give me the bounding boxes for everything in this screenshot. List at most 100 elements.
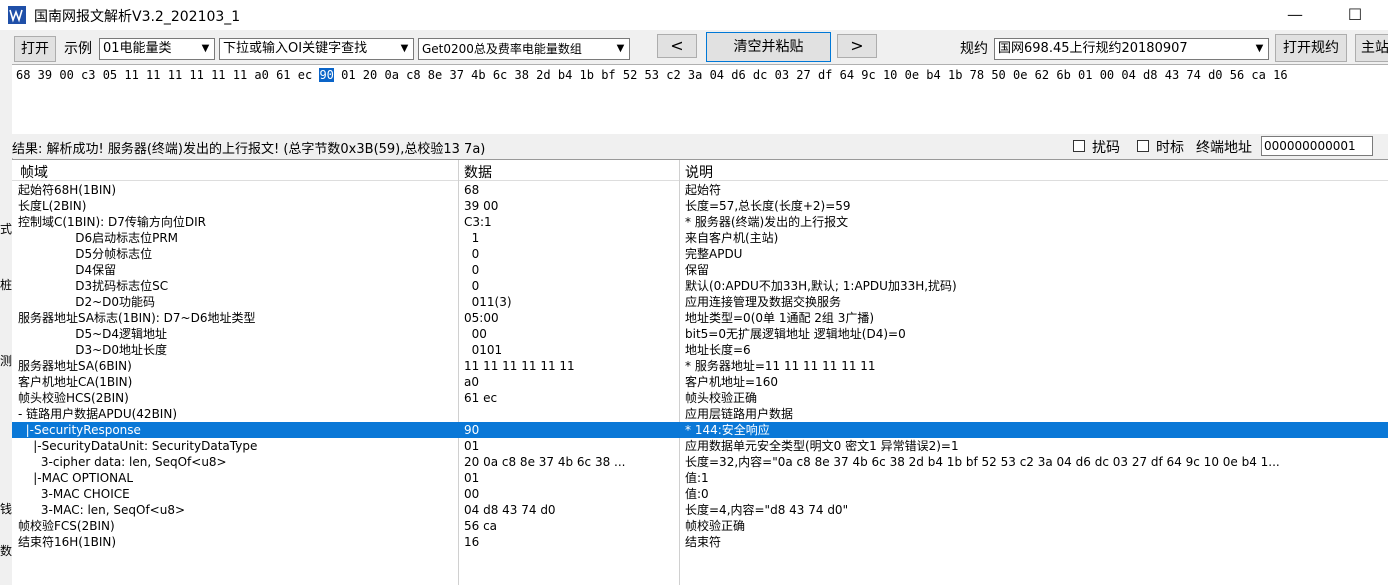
example-combo-value: 01电能量类	[103, 41, 172, 56]
terminal-address-label: 终端地址	[1196, 140, 1252, 156]
description-cell: bit5=0无扩展逻辑地址 逻辑地址(D4)=0	[685, 327, 906, 341]
table-row[interactable]: D3~D0地址长度 0101 地址长度=6	[12, 342, 1388, 358]
scramble-label: 扰码	[1092, 140, 1120, 156]
table-row[interactable]: D5~D4逻辑地址 00 bit5=0无扩展逻辑地址 逻辑地址(D4)=0	[12, 326, 1388, 342]
data-cell: 0	[464, 263, 480, 277]
table-row[interactable]: 客户机地址CA(1BIN) a0 客户机地址=160	[12, 374, 1388, 390]
data-cell: 01	[464, 471, 480, 485]
table-row[interactable]: 帧校验FCS(2BIN) 56 ca 帧校验正确	[12, 518, 1388, 534]
description-cell: 默认(0:APDU不加33H,默认; 1:APDU加33H,扰码)	[685, 279, 957, 293]
scramble-checkbox[interactable]	[1073, 140, 1085, 152]
dropdown-arrow-icon[interactable]: ▼	[612, 39, 629, 59]
terminal-address-input[interactable]: 000000000001	[1261, 136, 1373, 156]
table-row[interactable]: D4保留 0 保留	[12, 262, 1388, 278]
table-row[interactable]: 3-MAC CHOICE 00 值:0	[12, 486, 1388, 502]
timestamp-checkbox[interactable]	[1137, 140, 1149, 152]
hex-input-area[interactable]: 68 39 00 c3 05 11 11 11 11 11 11 a0 61 e…	[12, 64, 1388, 135]
table-row[interactable]: 长度L(2BIN) 39 00 长度=57,总长度(长度+2)=59	[12, 198, 1388, 214]
table-row[interactable]: 帧头校验HCS(2BIN) 61 ec 帧头校验正确	[12, 390, 1388, 406]
table-row[interactable]: D3扰码标志位SC 0 默认(0:APDU不加33H,默认; 1:APDU加33H…	[12, 278, 1388, 294]
data-cell: 04 d8 43 74 d0	[464, 503, 556, 517]
table-row[interactable]: D5分帧标志位 0 完整APDU	[12, 246, 1388, 262]
master-station-button[interactable]: 主站	[1355, 34, 1388, 62]
protocol-combo[interactable]: 国网698.45上行规约20180907 ▼	[994, 38, 1269, 60]
data-cell: 00	[464, 327, 487, 341]
data-cell: 20 0a c8 8e 37 4b 6c 38 ...	[464, 455, 626, 469]
window-title: 国南网报文解析V3.2_202103_1	[34, 9, 241, 25]
frame-field-cell: 控制域C(1BIN): D7传输方向位DIR	[18, 215, 206, 229]
frame-field-cell: 3-MAC: len, SeqOf<u8>	[18, 503, 186, 517]
frame-field-cell: D6启动标志位PRM	[18, 231, 179, 245]
clear-and-paste-button[interactable]: 清空并粘贴	[706, 32, 831, 62]
data-cell: 0101	[464, 343, 503, 357]
next-button[interactable]: >	[837, 34, 877, 58]
frame-field-cell: 3-MAC CHOICE	[18, 487, 130, 501]
left-strip-char: 桩	[0, 278, 13, 292]
table-row[interactable]: 服务器地址SA标志(1BIN): D7~D6地址类型 05:00 地址类型=0(0单…	[12, 310, 1388, 326]
data-cell: 0	[464, 247, 480, 261]
table-row[interactable]: 控制域C(1BIN): D7传输方向位DIR C3:1 * 服务器(终端)发出的上行…	[12, 214, 1388, 230]
hex-selected-byte: 90	[319, 68, 334, 82]
table-row[interactable]: - 链路用户数据APDU(42BIN) 应用层链路用户数据	[12, 406, 1388, 422]
toolbar: 打开 示例 01电能量类 ▼ 下拉或输入OI关键字查找 ▼ Get0200总及费…	[0, 30, 1388, 64]
description-cell: 应用连接管理及数据交换服务	[685, 295, 842, 309]
previous-button[interactable]: <	[657, 34, 697, 58]
data-cell: 0	[464, 279, 480, 293]
protocol-combo-value: 国网698.45上行规约20180907	[998, 41, 1188, 56]
minimize-button[interactable]: —	[1272, 2, 1318, 28]
maximize-button[interactable]: ☐	[1332, 2, 1378, 28]
table-row[interactable]: D6启动标志位PRM 1 来自客户机(主站)	[12, 230, 1388, 246]
left-strip-char: 式	[0, 222, 13, 236]
column-header-data[interactable]: 数据	[464, 162, 492, 182]
description-cell: 来自客户机(主站)	[685, 231, 779, 245]
data-cell: 05:00	[464, 311, 499, 325]
data-cell: 01	[464, 439, 480, 453]
data-cell: 68	[464, 183, 480, 197]
description-cell: 帧头校验正确	[685, 391, 758, 405]
table-row[interactable]: 服务器地址SA(6BIN) 11 11 11 11 11 11 * 服务器地址=11…	[12, 358, 1388, 374]
table-row[interactable]: 3-MAC: len, SeqOf<u8> 04 d8 43 74 d0 长度=4,…	[12, 502, 1388, 518]
frame-field-cell: D3扰码标志位SC	[18, 279, 169, 293]
request-combo[interactable]: Get0200总及费率电能量数组 ▼	[418, 38, 630, 60]
data-cell: 011(3)	[464, 295, 512, 309]
table-row[interactable]: 结束符16H(1BIN) 16 结束符	[12, 534, 1388, 550]
open-protocol-button[interactable]: 打开规约	[1275, 34, 1347, 62]
description-cell: 值:1	[685, 471, 709, 485]
frame-field-cell: D5分帧标志位	[18, 247, 153, 261]
description-cell: 客户机地址=160	[685, 375, 778, 389]
data-cell: 61 ec	[464, 391, 498, 405]
table-row[interactable]: |-SecurityDataUnit: SecurityDataType 01 应用…	[12, 438, 1388, 454]
description-cell: * 服务器(终端)发出的上行报文	[685, 215, 849, 229]
column-header-description[interactable]: 说明	[685, 162, 713, 182]
table-row[interactable]: D2~D0功能码 011(3) 应用连接管理及数据交换服务	[12, 294, 1388, 310]
example-label: 示例	[64, 41, 92, 57]
left-strip-char: 测	[0, 354, 13, 368]
dropdown-arrow-icon[interactable]: ▼	[396, 39, 413, 59]
dropdown-arrow-icon[interactable]: ▼	[1251, 39, 1268, 59]
data-cell: 56 ca	[464, 519, 498, 533]
dropdown-arrow-icon[interactable]: ▼	[197, 39, 214, 59]
table-header: 帧域 数据 说明	[12, 160, 1388, 181]
protocol-label: 规约	[960, 41, 988, 57]
frame-field-cell: 长度L(2BIN)	[18, 199, 87, 213]
frame-field-cell: D2~D0功能码	[18, 295, 156, 309]
table-row[interactable]: 3-cipher data: len, SeqOf<u8> 20 0a c8 8e…	[12, 454, 1388, 470]
open-button[interactable]: 打开	[14, 36, 56, 62]
data-cell: 00	[464, 487, 480, 501]
hex-text[interactable]: 68 39 00 c3 05 11 11 11 11 11 11 a0 61 e…	[16, 68, 1288, 82]
frame-field-cell: 结束符16H(1BIN)	[18, 535, 117, 549]
frame-field-cell: D5~D4逻辑地址	[18, 327, 168, 341]
description-cell: 值:0	[685, 487, 709, 501]
example-combo[interactable]: 01电能量类 ▼	[99, 38, 215, 60]
data-cell: 39 00	[464, 199, 499, 213]
table-row[interactable]: 起始符68H(1BIN) 68 起始符	[12, 182, 1388, 198]
data-cell: C3:1	[464, 215, 492, 229]
keyword-search-combo[interactable]: 下拉或输入OI关键字查找 ▼	[219, 38, 414, 60]
description-cell: 完整APDU	[685, 247, 743, 261]
description-cell: 起始符	[685, 183, 722, 197]
left-strip-char: 数	[0, 544, 13, 558]
table-row[interactable]: |-MAC OPTIONAL 01 值:1	[12, 470, 1388, 486]
description-cell: 应用层链路用户数据	[685, 407, 794, 421]
column-header-frame-field[interactable]: 帧域	[20, 162, 48, 182]
table-row[interactable]: |-SecurityResponse 90 * 144:安全响应	[12, 422, 1388, 438]
